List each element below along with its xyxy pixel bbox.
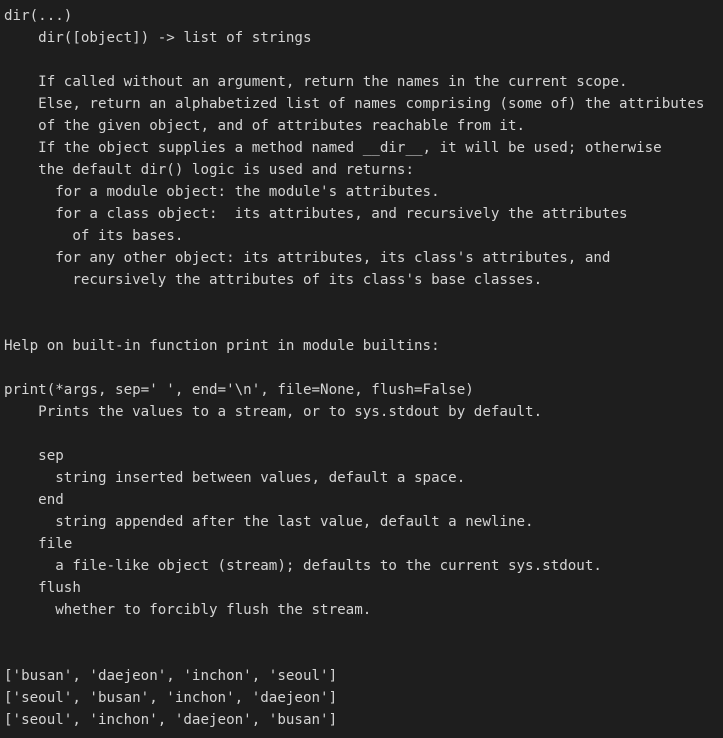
dir-description-line: for any other object: its attributes, it… xyxy=(4,250,611,266)
dir-description-line: of its bases. xyxy=(4,228,184,244)
param-name-sep: sep xyxy=(4,448,64,464)
param-name-end: end xyxy=(4,492,64,508)
print-help-header: Help on built-in function print in modul… xyxy=(4,338,440,354)
param-desc-sep: string inserted between values, default … xyxy=(4,470,466,486)
dir-description-line: If the object supplies a method named __… xyxy=(4,140,662,156)
dir-description-line: for a class object: its attributes, and … xyxy=(4,206,628,222)
param-name-file: file xyxy=(4,536,73,552)
dir-description-line: If called without an argument, return th… xyxy=(4,74,628,90)
output-list-line: ['seoul', 'inchon', 'daejeon', 'busan'] xyxy=(4,712,338,728)
dir-description-line: of the given object, and of attributes r… xyxy=(4,118,526,134)
print-summary-line: Prints the values to a stream, or to sys… xyxy=(4,404,543,420)
output-list-line: ['seoul', 'busan', 'inchon', 'daejeon'] xyxy=(4,690,338,706)
terminal-output[interactable]: dir(...) dir([object]) -> list of string… xyxy=(0,0,723,738)
dir-description-line: the default dir() logic is used and retu… xyxy=(4,162,414,178)
param-name-flush: flush xyxy=(4,580,81,596)
dir-usage-line: dir([object]) -> list of strings xyxy=(4,30,312,46)
dir-description-line: Else, return an alphabetized list of nam… xyxy=(4,96,705,112)
dir-description-line: recursively the attributes of its class'… xyxy=(4,272,543,288)
dir-description-line: for a module object: the module's attrib… xyxy=(4,184,440,200)
param-desc-end: string appended after the last value, de… xyxy=(4,514,534,530)
param-desc-flush: whether to forcibly flush the stream. xyxy=(4,602,372,618)
print-signature-line: print(*args, sep=' ', end='\n', file=Non… xyxy=(4,382,474,398)
output-list-line: ['busan', 'daejeon', 'inchon', 'seoul'] xyxy=(4,668,338,684)
dir-signature-line: dir(...) xyxy=(4,8,73,24)
param-desc-file: a file-like object (stream); defaults to… xyxy=(4,558,602,574)
